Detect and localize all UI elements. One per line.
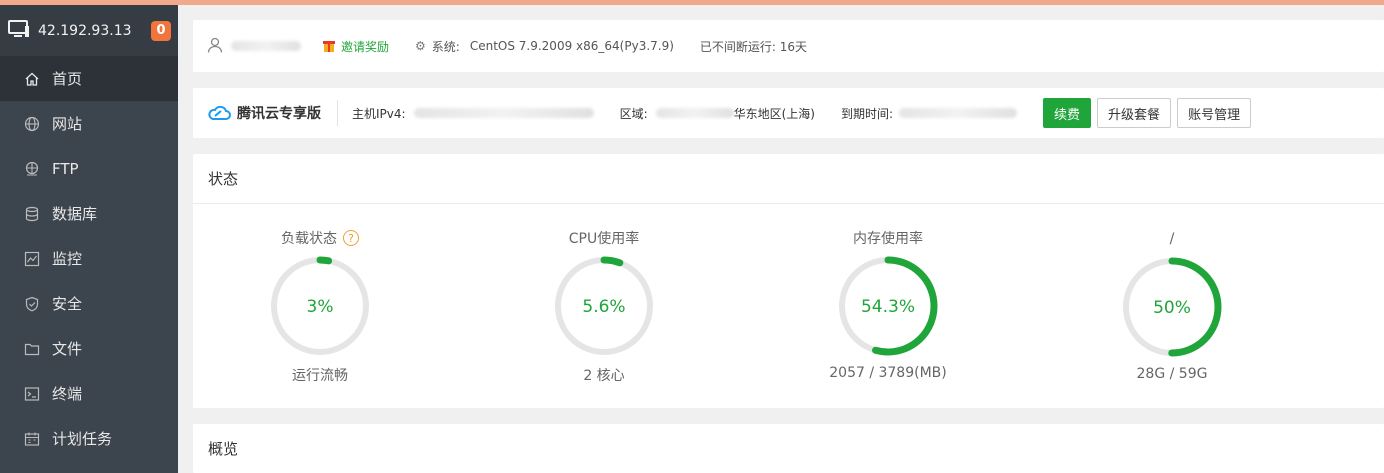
region-field: 区域: 华东地区(上海) — [620, 105, 815, 122]
redacted-host-ip — [413, 108, 594, 118]
sidebar-item-label: 终端 — [52, 385, 83, 403]
terminal-icon — [24, 386, 40, 402]
gift-icon — [323, 39, 335, 53]
cloud-bar: 腾讯云专享版 主机IPv4: 区域: 华东地区(上海) 到期时间: 续费 升级套… — [193, 88, 1384, 138]
region-value: 华东地区(上海) — [733, 106, 815, 121]
gauge-subtext: 28G / 59G — [1136, 366, 1208, 382]
sidebar-item-label: 网站 — [52, 115, 83, 133]
gauge-value: 5.6% — [582, 297, 625, 317]
gauge-subtext: 运行流畅 — [292, 368, 348, 384]
ftp-icon — [24, 161, 40, 177]
redacted-username — [231, 41, 301, 51]
system-value: CentOS 7.9.2009 x86_64(Py3.7.9) — [469, 39, 674, 53]
sidebar-item-label: 监控 — [52, 250, 83, 268]
gear-icon: ⚙ — [415, 39, 426, 53]
monitor-icon — [8, 19, 30, 42]
sidebar-item-7[interactable]: 终端 — [0, 371, 178, 416]
sidebar-item-label: 计划任务 — [52, 430, 113, 448]
help-icon[interactable]: ? — [343, 230, 359, 246]
host-label: 主机IPv4: — [352, 106, 406, 121]
gauge-ring: 3% — [270, 256, 370, 356]
notification-badge[interactable]: 0 — [151, 20, 171, 41]
status-title: 状态 — [193, 154, 1384, 204]
globe-icon — [24, 116, 40, 132]
cloud-brand: 腾讯云专享版 — [237, 106, 321, 122]
sidebar-item-2[interactable]: FTP — [0, 146, 178, 191]
gauge-value: 50% — [1153, 298, 1191, 318]
folder-icon — [24, 341, 40, 357]
region-label: 区域: — [619, 106, 648, 121]
gauge-subtext: 2 核心 — [583, 368, 625, 384]
gauge-value: 3% — [307, 297, 334, 317]
shield-icon — [24, 296, 40, 312]
gauge-label: 内存使用率 — [853, 228, 923, 248]
gauge-subtext: 2057 / 3789(MB) — [829, 365, 947, 381]
sidebar-item-label: 首页 — [52, 70, 83, 88]
redacted-region-code — [655, 108, 734, 118]
gauge-label: 负载状态? — [281, 228, 359, 248]
gauge-0[interactable]: 负载状态? 3% 运行流畅 — [250, 228, 390, 385]
gauge-2[interactable]: 内存使用率 54.3% 2057 / 3789(MB) — [818, 228, 958, 381]
database-icon — [24, 206, 40, 222]
invite-reward-link[interactable]: 邀请奖励 — [323, 38, 389, 55]
sidebar-item-0[interactable]: 首页 — [0, 56, 178, 101]
redacted-expire-time — [899, 108, 1018, 118]
sidebar-item-label: 数据库 — [52, 205, 98, 223]
renew-button[interactable]: 续费 — [1043, 98, 1092, 128]
expire-label: 到期时间: — [840, 106, 894, 121]
server-header[interactable]: 42.192.93.13 0 — [0, 5, 178, 56]
server-ip: 42.192.93.13 — [38, 22, 132, 39]
sidebar-item-label: FTP — [52, 159, 79, 178]
gauge-ring: 5.6% — [554, 256, 654, 356]
overview-title: 概览 — [208, 440, 239, 458]
gauge-ring: 50% — [1122, 257, 1222, 357]
sidebar-item-3[interactable]: 数据库 — [0, 191, 178, 236]
sidebar-item-6[interactable]: 文件 — [0, 326, 178, 371]
home-icon — [24, 71, 40, 87]
divider — [337, 100, 338, 126]
gauge-label-text: 负载状态 — [281, 231, 337, 247]
invite-label: 邀请奖励 — [341, 39, 390, 54]
system-info: ⚙ 系统: CentOS 7.9.2009 x86_64(Py3.7.9) — [415, 38, 674, 55]
tencent-cloud-logo: 腾讯云专享版 — [207, 103, 321, 123]
gauge-ring: 54.3% — [838, 256, 938, 356]
sidebar-item-4[interactable]: 监控 — [0, 236, 178, 281]
sidebar: 42.192.93.13 0 首页网站 FTP 数据库监控安全文件终端计划任务 — [0, 5, 178, 473]
user-icon — [207, 37, 223, 56]
gauge-label: CPU使用率 — [569, 228, 639, 248]
sidebar-item-5[interactable]: 安全 — [0, 281, 178, 326]
calendar-icon — [24, 431, 40, 447]
sidebar-item-label: 安全 — [52, 295, 83, 313]
sidebar-item-1[interactable]: 网站 — [0, 101, 178, 146]
upgrade-plan-button[interactable]: 升级套餐 — [1097, 98, 1172, 128]
cloud-icon — [207, 105, 237, 121]
main-content: 邀请奖励 ⚙ 系统: CentOS 7.9.2009 x86_64(Py3.7.… — [193, 0, 1384, 473]
gauge-label: / — [1170, 229, 1175, 249]
overview-card: 概览 — [193, 424, 1384, 473]
info-bar: 邀请奖励 ⚙ 系统: CentOS 7.9.2009 x86_64(Py3.7.… — [193, 20, 1384, 72]
gauge-value: 54.3% — [861, 297, 915, 317]
gauge-label-text: / — [1169, 231, 1175, 247]
gauge-label-text: 内存使用率 — [853, 231, 923, 247]
monitor-icon — [24, 251, 40, 267]
system-label: 系统: — [431, 39, 460, 54]
status-card: 状态 负载状态? 3% 运行流畅 CPU使用率 5.6% 2 核心 内存使用率 54.3% 20… — [193, 154, 1384, 408]
host-ip-field: 主机IPv4: — [352, 105, 594, 122]
user-account[interactable] — [207, 37, 301, 56]
gauge-label-text: CPU使用率 — [568, 231, 640, 247]
sidebar-item-label: 文件 — [52, 340, 83, 358]
uptime-text: 已不间断运行: 16天 — [699, 39, 808, 54]
gauge-1[interactable]: CPU使用率 5.6% 2 核心 — [534, 228, 674, 385]
gauge-3[interactable]: / 50% 28G / 59G — [1102, 228, 1242, 382]
expire-field: 到期时间: — [840, 105, 1018, 122]
sidebar-item-8[interactable]: 计划任务 — [0, 416, 178, 461]
account-manage-button[interactable]: 账号管理 — [1177, 98, 1252, 128]
